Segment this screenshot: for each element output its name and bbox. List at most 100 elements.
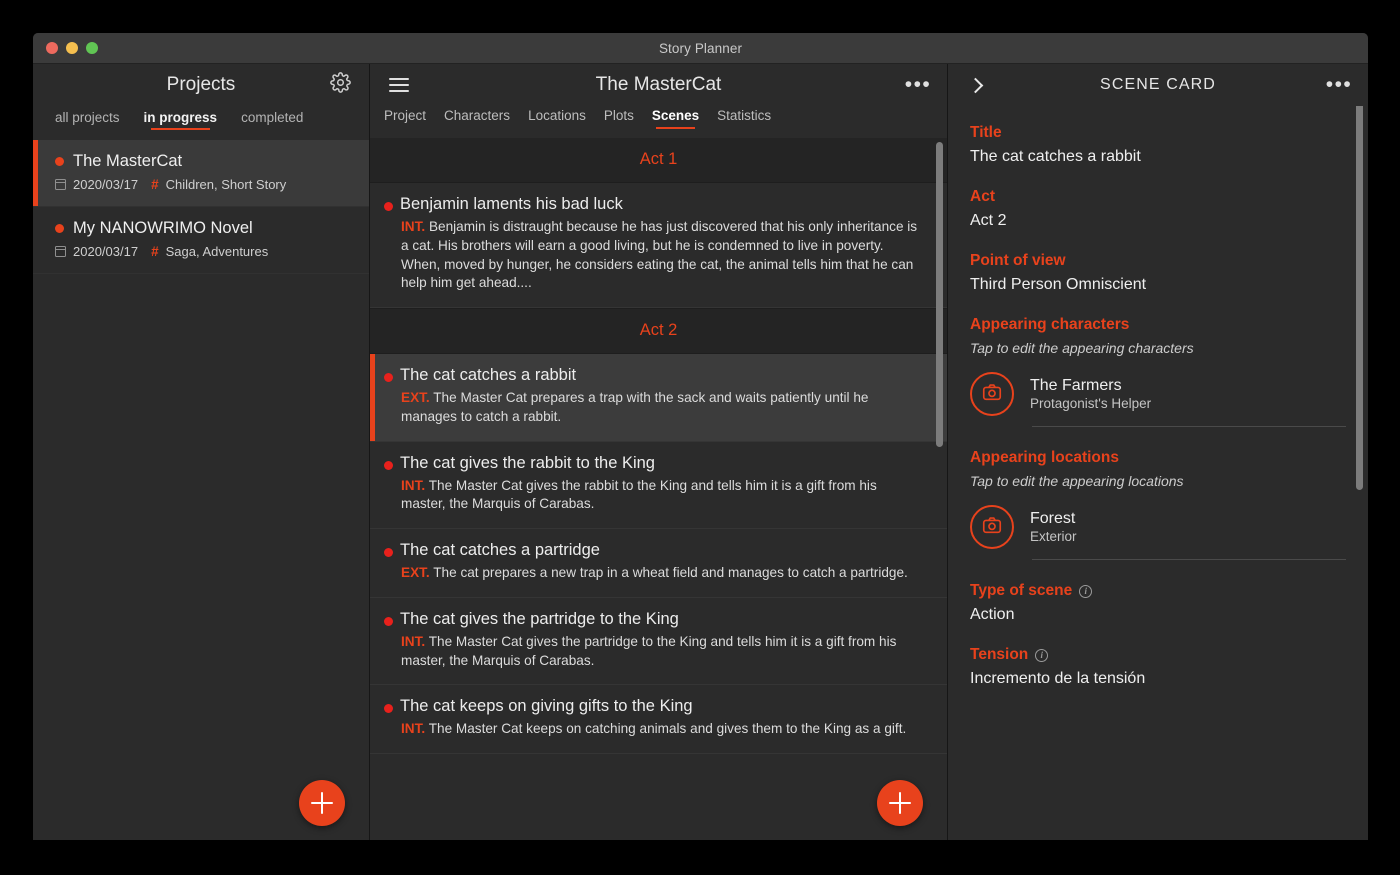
scene-description-text: The Master Cat gives the rabbit to the K… [401,477,877,512]
tab-scenes[interactable]: Scenes [652,108,699,129]
camera-icon [981,514,1003,541]
scene-description: EXT. The Master Cat prepares a trap with… [400,389,919,427]
scene-card-scrollbar[interactable] [1356,106,1363,490]
scene-description: INT. The Master Cat gives the rabbit to … [400,477,919,515]
maximize-window-button[interactable] [86,42,98,54]
divider [1032,426,1346,427]
project-date: 2020/03/17 [73,177,139,192]
scene-title: The cat gives the partridge to the King [400,609,679,628]
location-name: Forest [1030,510,1076,527]
tab-characters[interactable]: Characters [444,108,510,129]
scene-card-title: SCENE CARD [1100,76,1216,93]
app-window: Story Planner Projects all projects in p [33,33,1368,840]
filter-tab-in-progress[interactable]: in progress [144,110,217,130]
field-title[interactable]: Title The cat catches a rabbit [970,124,1346,166]
scene-title: The cat gives the rabbit to the King [400,453,655,472]
tab-statistics[interactable]: Statistics [717,108,771,129]
close-window-button[interactable] [46,42,58,54]
scenes-panel: The MasterCat ••• Project Characters Loc… [370,64,948,840]
scene-list-scrollbar[interactable] [936,142,943,447]
info-icon[interactable]: i [1079,584,1093,598]
field-locations-label: Appearing locations [970,449,1119,466]
scene-list-item[interactable]: The cat keeps on giving gifts to the Kin… [370,685,947,754]
scene-card-body: Title The cat catches a rabbit Act Act 2… [948,106,1368,840]
project-meta: 2020/03/17 # Saga, Adventures [55,244,353,259]
filter-tab-completed[interactable]: completed [241,110,303,130]
project-title: The MasterCat [73,152,183,170]
scene-list-item[interactable]: The cat catches a partridge EXT. The cat… [370,529,947,598]
scene-title: The cat catches a rabbit [400,366,577,384]
scene-title: The cat keeps on giving gifts to the Kin… [400,697,693,716]
hash-icon: # [151,244,159,259]
project-tags: Saga, Adventures [165,244,269,259]
field-locations-hint: Tap to edit the appearing locations [970,473,1184,489]
status-dot-icon [384,202,393,211]
status-dot-icon [55,224,64,233]
field-type-of-scene[interactable]: Type of scene i Action [970,582,1346,624]
scene-int-ext-label: INT. [401,633,426,649]
field-tension-label-text: Tension [970,646,1029,663]
scene-int-ext-label: INT. [401,219,426,234]
scene-list-item[interactable]: The cat gives the rabbit to the King INT… [370,442,947,529]
tab-project[interactable]: Project [384,108,426,129]
filter-tab-all-projects[interactable]: all projects [55,110,120,130]
project-list-item[interactable]: The MasterCat 2020/03/17 # Children, Sho… [33,140,369,207]
scene-card-options-button[interactable]: ••• [1322,68,1356,102]
scene-description-text: The cat prepares a new trap in a wheat f… [433,565,908,580]
info-icon[interactable]: i [1035,648,1049,662]
field-appearing-characters[interactable]: Appearing characters Tap to edit the app… [970,316,1346,427]
add-project-button[interactable] [299,780,345,826]
status-dot-icon [384,616,393,626]
scene-description-text: The Master Cat gives the partridge to th… [401,633,897,668]
divider [1032,559,1346,560]
project-options-button[interactable]: ••• [901,68,935,102]
scene-list-item[interactable]: Benjamin laments his bad luck INT. Benja… [370,183,947,308]
project-filter-tabs: all projects in progress completed [33,106,369,140]
collapse-panel-button[interactable] [960,68,994,102]
field-act-value: Act 2 [970,212,1007,229]
act-group-header: Act 1 [370,138,947,183]
settings-button[interactable] [323,68,357,102]
scene-list-item[interactable]: The cat catches a rabbit EXT. The Master… [370,354,947,442]
projects-sidebar: Projects all projects in progress comple… [33,64,370,840]
minimize-window-button[interactable] [66,42,78,54]
project-list-item[interactable]: My NANOWRIMO Novel 2020/03/17 # Saga, Ad… [33,207,369,274]
add-scene-button[interactable] [877,780,923,826]
field-act[interactable]: Act Act 2 [970,188,1346,230]
status-dot-icon [55,157,64,166]
menu-button[interactable] [382,68,416,102]
field-title-value: The cat catches a rabbit [970,148,1141,165]
scene-description-text: Benjamin is distraught because he has ju… [401,219,918,291]
scene-list-item[interactable]: The cat gives the partridge to the King … [370,598,947,686]
project-tags: Children, Short Story [165,177,287,192]
status-dot-icon [384,460,393,470]
scene-card-header: SCENE CARD ••• [948,64,1368,106]
chevron-right-icon [967,77,984,93]
project-meta: 2020/03/17 # Children, Short Story [55,177,353,192]
hash-icon: # [151,177,159,192]
field-act-label: Act [970,188,995,205]
tab-locations[interactable]: Locations [528,108,586,129]
field-tension[interactable]: Tension i Incremento de la tensión [970,646,1346,688]
character-list-item[interactable]: The Farmers Protagonist's Helper [970,368,1346,426]
section-tabs: Project Characters Locations Plots Scene… [370,106,947,138]
project-title: My NANOWRIMO Novel [73,219,253,237]
character-name: The Farmers [1030,377,1122,394]
status-dot-icon [384,373,393,382]
camera-icon [981,381,1003,408]
field-tension-label: Tension i [970,646,1346,664]
scene-int-ext-label: EXT. [401,390,430,405]
hamburger-menu-icon [389,78,409,92]
tab-plots[interactable]: Plots [604,108,634,129]
field-appearing-locations[interactable]: Appearing locations Tap to edit the appe… [970,449,1346,560]
scene-description: INT. The Master Cat gives the partridge … [400,633,919,671]
field-point-of-view[interactable]: Point of view Third Person Omniscient [970,252,1346,294]
scene-description: INT. Benjamin is distraught because he h… [400,218,919,293]
calendar-icon [55,246,66,257]
project-date: 2020/03/17 [73,244,139,259]
scene-int-ext-label: INT. [401,477,426,493]
project-title-row: My NANOWRIMO Novel [55,219,353,238]
character-role: Protagonist's Helper [1030,396,1152,411]
location-list-item[interactable]: Forest Exterior [970,501,1346,559]
field-tension-value: Incremento de la tensión [970,670,1146,687]
